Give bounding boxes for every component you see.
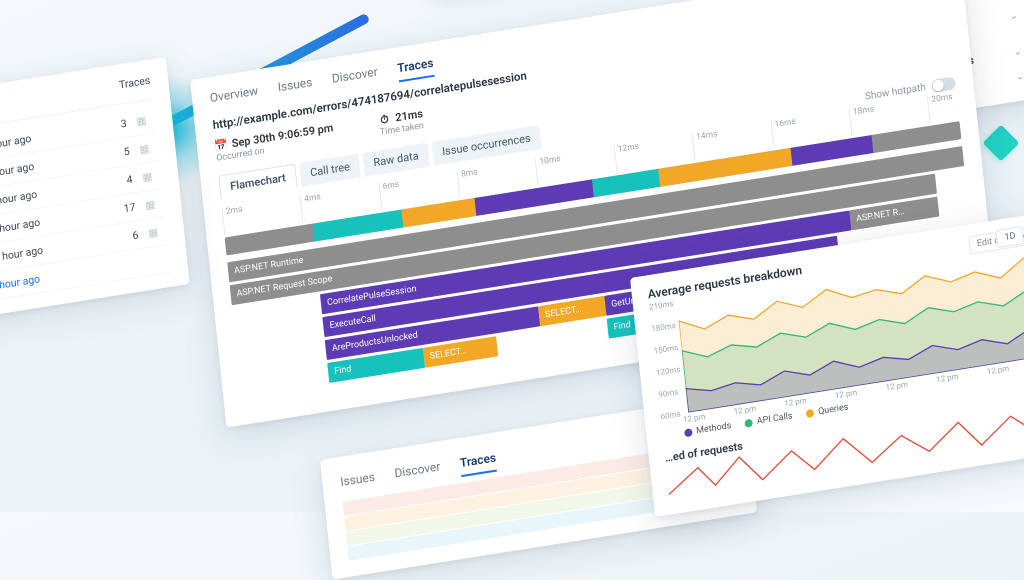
tab-overview[interactable]: Overview [209,84,259,113]
x-tick: 12 pm [885,380,908,392]
tab-traces[interactable]: Traces [397,56,435,83]
clock-icon: ⏱ [378,113,391,127]
occurrence-list-panel: Custom Traces an hour agoan hour ago3▦an… [0,57,190,337]
grid-icon: ▦ [136,112,155,128]
timeline-tick: 20ms [927,92,955,124]
tab-issues[interactable]: Issues [340,470,377,496]
chevron-down-icon: ⌄ [1009,10,1018,22]
timeline-tick: 10ms [535,154,563,186]
grid-icon: ▦ [145,196,164,212]
tab-discover[interactable]: Discover [394,459,442,487]
time-taken-block: ⏱21ms Time taken [378,107,425,138]
grid-icon: ▦ [148,224,167,240]
subtab-call-tree[interactable]: Call tree [299,154,361,187]
x-tick: 12 pm [784,396,807,408]
x-tick: 12 pm [683,412,706,424]
timeline-tick: 6ms [378,180,401,211]
subtab-raw-data[interactable]: Raw data [362,143,429,177]
tab-issues[interactable]: Issues [277,75,314,101]
legend-methods: Methods [684,421,732,438]
timeline-tick: 16ms [770,117,798,149]
timeline-tick: 18ms [849,104,877,136]
timeline-tick: 2ms [221,204,244,235]
x-tick: 12 pm [733,404,756,416]
legend-api-calls: API Calls [745,411,793,428]
timeline-tick: 8ms [457,167,480,198]
timeline-tick: 14ms [692,129,720,161]
chevron-down-icon: ⌄ [1016,71,1024,83]
chevron-down-icon: ⌄ [1013,46,1022,58]
timeline-tick: 4ms [300,192,323,223]
list-head-traces: Traces [118,74,151,98]
calendar-icon: 📅 [214,139,227,153]
legend-queries: Queries [806,402,849,419]
x-tick: 12 pm [986,364,1009,376]
tab-discover[interactable]: Discover [331,65,379,93]
hotpath-toggle[interactable] [931,76,956,93]
x-tick: 12 pm [936,372,959,384]
chart-range-tools: 1D 30D Custom 7d 7d [996,203,1024,248]
timeline-tick: 12ms [613,142,641,174]
tab-traces[interactable]: Traces [459,450,497,477]
subtab-flamechart[interactable]: Flamechart [218,164,298,200]
grid-icon: ▦ [142,168,161,184]
grid-icon: ▦ [139,140,158,156]
x-tick: 12 pm [835,388,858,400]
